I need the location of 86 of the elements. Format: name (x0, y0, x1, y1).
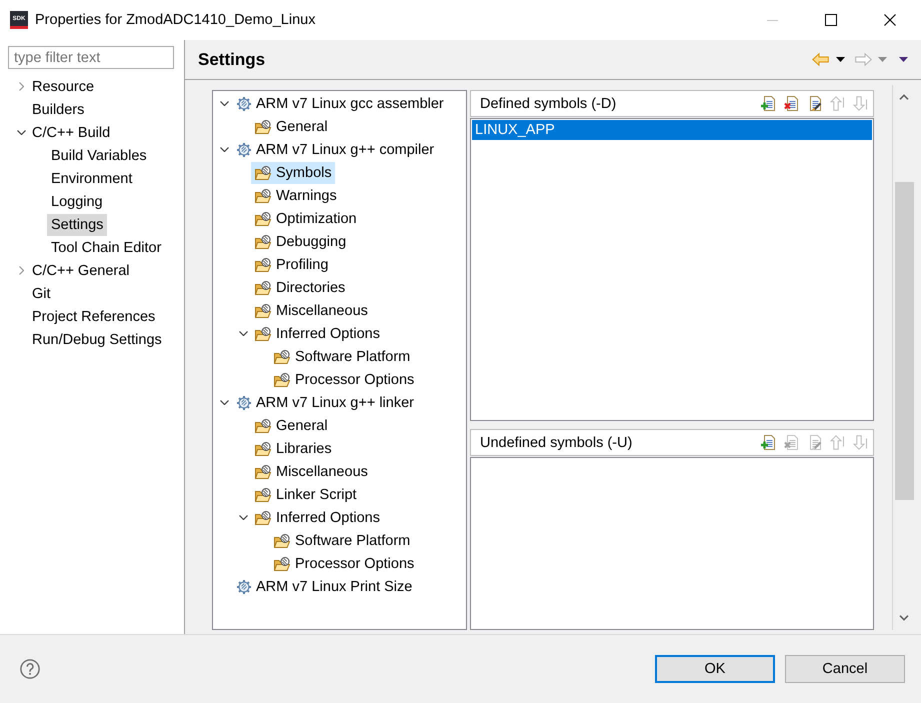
tree-item[interactable]: Build Variables (47, 144, 151, 166)
tree-item[interactable]: ARM v7 Linux gcc assembler (232, 92, 447, 114)
tree-item[interactable]: ARM v7 Linux g++ linker (232, 392, 417, 414)
tree-item[interactable]: Processor Options (270, 552, 418, 574)
symbol-list[interactable]: LINUX_APP (470, 118, 874, 421)
section-title: Defined symbols (-D) (480, 96, 616, 112)
chevron-down-icon[interactable] (899, 615, 909, 621)
tree-item[interactable]: Profiling (251, 254, 332, 276)
folder-icon (255, 304, 271, 318)
tree-item[interactable]: Optimization (251, 208, 360, 230)
help-icon[interactable] (20, 659, 40, 679)
filter-field[interactable]: type filter text (8, 46, 174, 69)
gear-icon (237, 396, 251, 410)
gear-icon (237, 580, 251, 594)
chevron-down-icon[interactable] (220, 147, 228, 152)
folder-icon (255, 418, 271, 432)
tree-item[interactable]: Inferred Options (251, 506, 383, 528)
tree-item[interactable]: General (251, 116, 331, 138)
tree-item[interactable]: Miscellaneous (251, 460, 371, 482)
tree-item[interactable]: Linker Script (251, 484, 360, 506)
tree-item[interactable]: Processor Options (270, 368, 418, 390)
tree-item[interactable]: Run/Debug Settings (28, 328, 166, 350)
folder-icon (255, 166, 271, 180)
folder-icon (255, 488, 271, 502)
caret-down-icon[interactable] (836, 57, 845, 62)
chevron-down-icon[interactable] (238, 515, 248, 520)
folder-icon (255, 442, 271, 456)
tree-item[interactable]: Builders (28, 98, 88, 120)
tree-item[interactable]: Logging (47, 190, 107, 212)
tree-item[interactable]: Resource (28, 76, 98, 98)
maximize-icon[interactable] (825, 14, 837, 26)
dialog-button[interactable]: OK (655, 655, 775, 683)
tree-item[interactable]: ARM v7 Linux g++ compiler (232, 138, 438, 160)
chevron-right-icon[interactable] (18, 266, 24, 275)
list-item[interactable]: LINUX_APP (472, 120, 872, 140)
tree-item[interactable]: Environment (47, 168, 136, 190)
folder-icon (255, 188, 271, 202)
scrollbar-thumb[interactable] (895, 182, 914, 500)
folder-icon (255, 234, 271, 248)
chevron-right-icon[interactable] (18, 82, 24, 91)
folder-icon (255, 212, 271, 226)
tree-item[interactable]: Settings (47, 214, 108, 236)
tree-item[interactable]: Project References (28, 306, 160, 328)
back-arrow-icon[interactable] (812, 53, 829, 66)
add-icon[interactable] (761, 435, 776, 450)
tree-item[interactable]: Tool Chain Editor (47, 236, 166, 258)
folder-icon (274, 534, 290, 548)
chevron-down-icon[interactable] (16, 130, 26, 135)
tree-item[interactable]: Software Platform (270, 530, 414, 552)
tree-item[interactable]: C/C++ Build (28, 122, 114, 144)
chevron-down-icon[interactable] (238, 331, 248, 336)
chevron-down-icon[interactable] (220, 101, 228, 106)
folder-icon (274, 556, 290, 570)
tree-item[interactable]: C/C++ General (28, 260, 134, 282)
folder-icon (255, 280, 271, 294)
dialog-button[interactable]: Cancel (785, 655, 905, 683)
tree-item[interactable]: General (251, 414, 331, 436)
tree-item[interactable]: Directories (251, 276, 348, 298)
close-icon[interactable] (884, 14, 896, 26)
tree-item[interactable]: Miscellaneous (251, 300, 371, 322)
caret-down-icon[interactable] (899, 57, 908, 62)
tree-item[interactable]: Symbols (251, 162, 335, 184)
folder-icon (255, 464, 271, 478)
folder-icon (274, 350, 290, 364)
folder-icon (255, 510, 271, 524)
tree-item[interactable]: Software Platform (270, 346, 414, 368)
delete-icon[interactable] (784, 96, 799, 111)
chevron-up-icon[interactable] (899, 94, 909, 100)
edit-icon[interactable] (807, 96, 822, 111)
gear-icon (237, 96, 251, 110)
folder-icon (274, 372, 290, 386)
add-icon[interactable] (761, 96, 776, 111)
tree-item[interactable]: ARM v7 Linux Print Size (232, 576, 416, 598)
tree-item[interactable]: Warnings (251, 184, 340, 206)
folder-icon (255, 326, 271, 340)
window-title: Properties for ZmodADC1410_Demo_Linux (35, 12, 316, 28)
chevron-down-icon[interactable] (220, 400, 228, 405)
tree-item[interactable]: Debugging (251, 230, 350, 252)
section-title: Undefined symbols (-U) (480, 434, 632, 450)
tree-item[interactable]: Git (28, 282, 55, 304)
folder-icon (255, 120, 271, 134)
tree-item[interactable]: Libraries (251, 438, 335, 460)
page-title: Settings (197, 50, 266, 70)
gear-icon (237, 142, 251, 156)
folder-icon (255, 258, 271, 272)
tree-item[interactable]: Inferred Options (251, 322, 383, 344)
